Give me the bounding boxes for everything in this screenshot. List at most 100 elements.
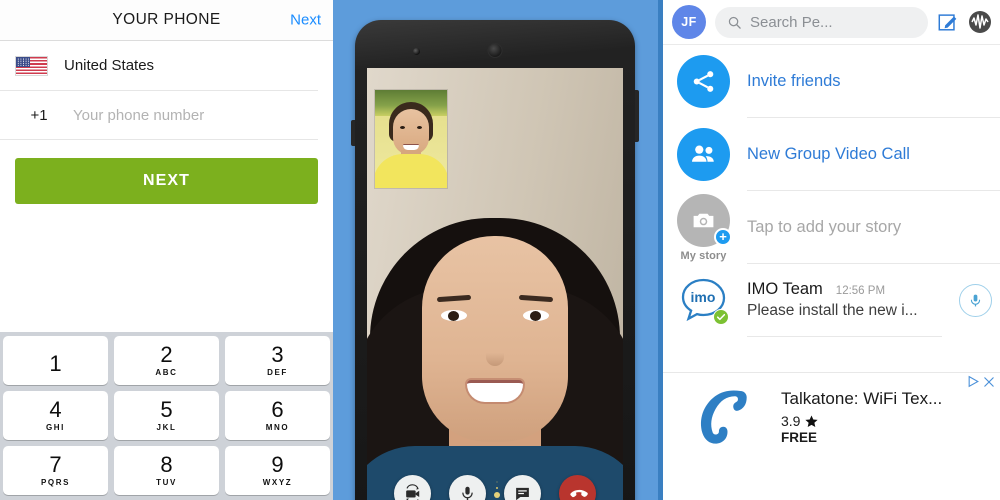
keypad-key-5[interactable]: 5 JKL — [114, 391, 219, 440]
ad-title: Talkatone: WiFi Tex... — [781, 389, 943, 408]
keypad-digit: 2 — [160, 342, 173, 367]
compose-icon — [938, 14, 957, 31]
camera-glyph — [693, 213, 714, 227]
country-selector-row[interactable]: United States — [0, 41, 318, 91]
search-field[interactable] — [715, 6, 928, 38]
device-volume-button — [351, 120, 355, 146]
ad-badges — [967, 375, 995, 388]
compose-button[interactable] — [937, 11, 959, 33]
waveform-icon — [969, 11, 991, 33]
my-story-caption: My story — [680, 249, 727, 262]
navigation-bar: YOUR PHONE Next — [0, 0, 333, 41]
us-flag-icon — [15, 55, 48, 76]
phone-device-mockup — [351, 20, 639, 500]
mute-microphone-button[interactable] — [449, 475, 486, 500]
keypad-digit: 1 — [49, 350, 62, 376]
app-store-screenshot-strip: YOUR PHONE Next United States +1 NEXT 1 … — [0, 0, 1000, 500]
keypad-letters: TUV — [156, 478, 177, 487]
keypad-letters: MNO — [265, 423, 290, 432]
keypad-letters: GHI — [45, 423, 66, 432]
invite-friends-body: Invite friends — [747, 45, 1000, 118]
share-glyph — [693, 71, 714, 92]
keypad-key-9[interactable]: 9 WXYZ — [225, 446, 330, 495]
keypad-digit: 9 — [271, 452, 284, 477]
add-story-plus-badge[interactable]: + — [714, 227, 732, 246]
keypad-letters: ABC — [155, 368, 178, 377]
keypad-key-4[interactable]: 4 GHI — [3, 391, 108, 440]
ad-rating: 3.9 — [781, 413, 992, 429]
close-icon[interactable] — [983, 376, 995, 388]
keypad-digit: 6 — [271, 397, 284, 422]
end-call-button[interactable] — [559, 475, 596, 500]
phone-number-row: +1 — [0, 91, 318, 140]
check-glyph — [716, 313, 726, 321]
imo-team-message-body: IMO Team 12:56 PM Please install the new… — [747, 264, 942, 337]
message-timestamp: 12:56 PM — [835, 285, 886, 297]
next-link[interactable]: Next — [290, 12, 321, 29]
keypad-letters: JKL — [156, 423, 177, 432]
voice-message-button[interactable] — [959, 284, 992, 317]
invite-friends-label: Invite friends — [747, 71, 841, 90]
chat-header: JF — [663, 0, 1000, 45]
camera-icon: + — [677, 193, 732, 247]
chat-button[interactable] — [504, 475, 541, 500]
waveform-button[interactable] — [968, 10, 992, 34]
keypad-key-6[interactable]: 6 MNO — [225, 391, 330, 440]
my-story-avatar-column: + My story — [677, 193, 732, 262]
phone-number-input[interactable] — [63, 106, 318, 124]
ad-text: Talkatone: WiFi Tex... 3.9 FREE — [781, 389, 992, 447]
avatar[interactable]: JF — [672, 5, 706, 39]
adchoices-icon[interactable] — [967, 375, 980, 388]
keypad-key-7[interactable]: 7 PQRS — [3, 446, 108, 495]
keypad-key-3[interactable]: 3 DEF — [225, 336, 330, 385]
keypad-digit: 8 — [160, 452, 173, 477]
new-group-video-call-label: New Group Video Call — [747, 144, 910, 163]
message-preview: Please install the new i... — [747, 302, 918, 319]
ad-body: Talkatone: WiFi Tex... 3.9 FREE — [663, 373, 1000, 451]
my-story-row[interactable]: + My story Tap to add your story — [663, 191, 1000, 264]
keypad-letters: PQRS — [40, 478, 71, 487]
keypad-key-1[interactable]: 1 — [3, 336, 108, 385]
green-check-icon — [713, 309, 729, 325]
phone-entry-panel: YOUR PHONE Next United States +1 NEXT 1 … — [0, 0, 333, 500]
page-title: YOUR PHONE — [112, 11, 221, 28]
keypad-letters: DEF — [267, 368, 288, 377]
chat-list-panel: JF Search Pe... Invite friends New Group… — [658, 0, 1000, 500]
advertisement-banner[interactable]: Talkatone: WiFi Tex... 3.9 FREE — [663, 372, 1000, 500]
video-call-panel — [333, 0, 658, 500]
add-story-label: Tap to add your story — [747, 217, 902, 236]
country-name-label: United States — [64, 57, 155, 74]
imo-team-message-row[interactable]: imo IMO Team 12:56 PM Please install the… — [663, 264, 1000, 337]
svg-text:imo: imo — [691, 289, 716, 305]
switch-camera-icon — [406, 484, 420, 500]
keypad-key-8[interactable]: 8 TUV — [114, 446, 219, 495]
message-sender: IMO Team — [747, 280, 823, 298]
search-icon — [728, 16, 741, 29]
invite-friends-row[interactable]: Invite friends — [663, 45, 1000, 118]
search-input[interactable] — [750, 13, 916, 31]
device-screen — [367, 68, 623, 500]
group-people-glyph — [692, 145, 714, 162]
new-group-video-call-body: New Group Video Call — [747, 118, 1000, 191]
dial-code-label: +1 — [30, 106, 48, 124]
microphone-icon — [462, 486, 473, 500]
next-button[interactable]: NEXT — [15, 158, 318, 204]
numeric-keypad: 1 2 ABC 3 DEF 4 GHI 5 JKL 6 MNO 7 PQRS 8… — [0, 332, 333, 500]
imo-logo-icon: imo — [677, 274, 730, 327]
keypad-letters: WXYZ — [262, 478, 293, 487]
keypad-digit: 5 — [160, 397, 173, 422]
front-camera-icon — [413, 48, 420, 55]
group-people-icon — [677, 128, 730, 181]
chat-bubble-icon — [516, 487, 529, 500]
device-power-button — [635, 90, 639, 142]
keypad-digit: 4 — [49, 397, 62, 422]
keypad-key-2[interactable]: 2 ABC — [114, 336, 219, 385]
share-icon — [677, 55, 730, 108]
keypad-digit: 3 — [271, 342, 284, 367]
switch-camera-button[interactable] — [394, 475, 431, 500]
new-group-video-call-row[interactable]: New Group Video Call — [663, 118, 1000, 191]
phone-handset-icon — [685, 385, 771, 451]
ad-price: FREE — [781, 430, 818, 445]
local-video-preview[interactable] — [375, 90, 447, 188]
earpiece-speaker — [487, 43, 503, 58]
